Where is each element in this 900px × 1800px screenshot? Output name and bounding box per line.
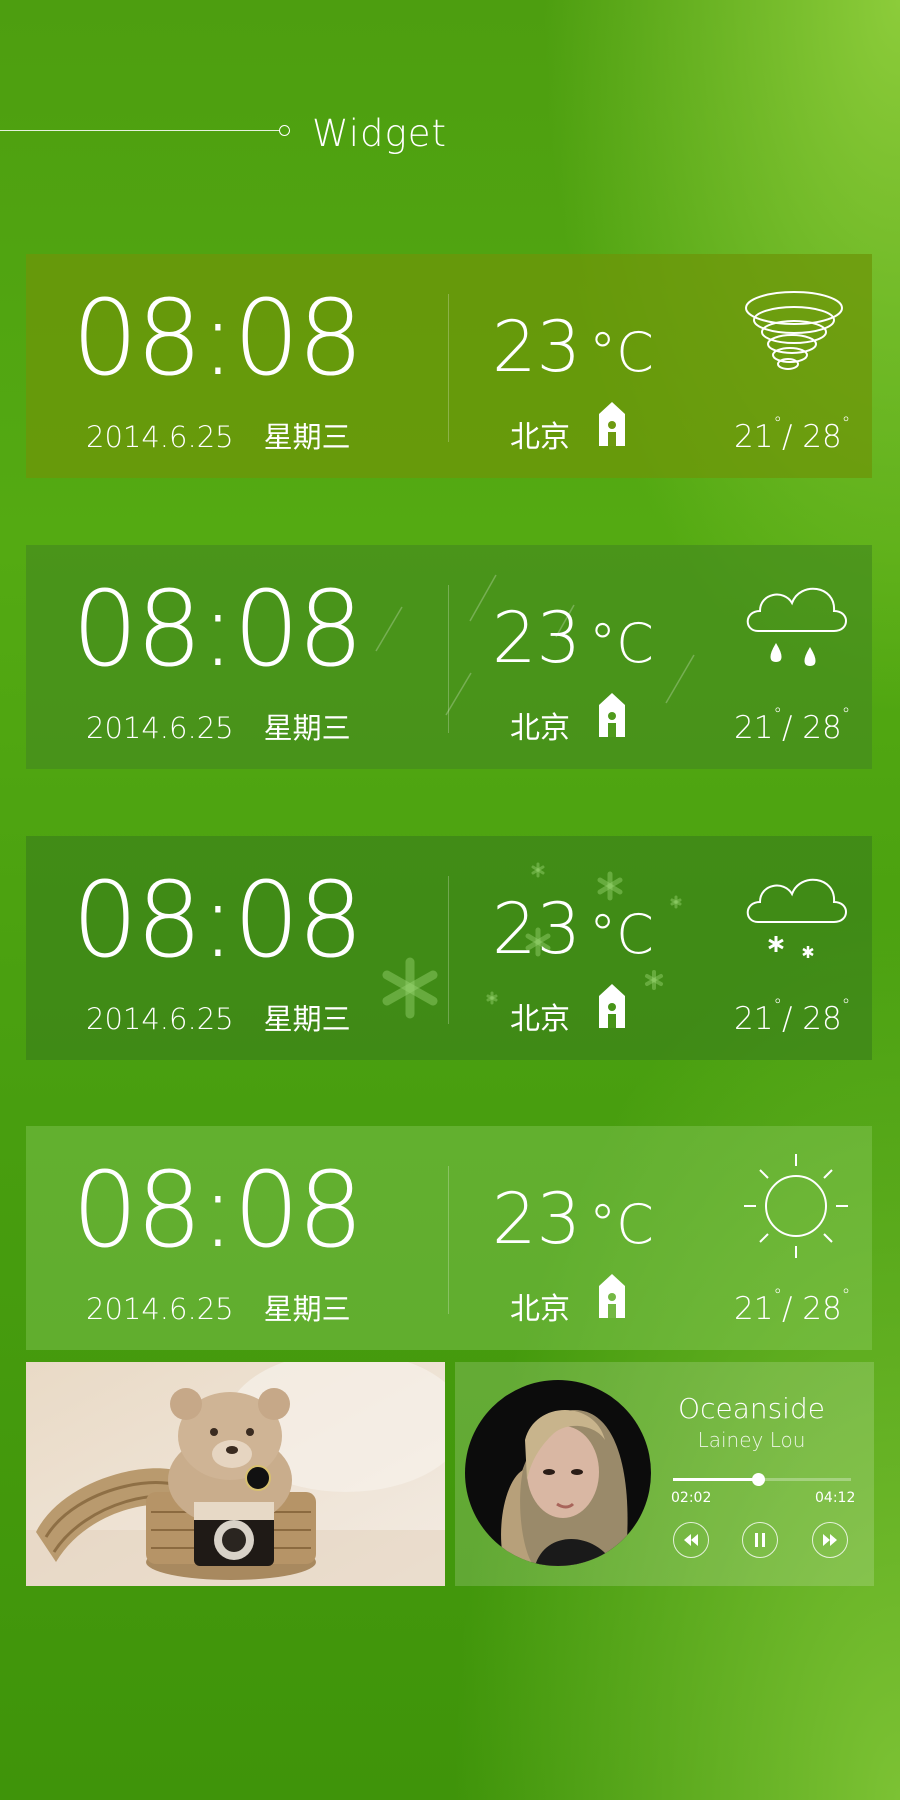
temp-low: 21 — [734, 1291, 774, 1327]
pause-icon — [755, 1533, 765, 1547]
clock-time: 08:08 — [72, 568, 364, 690]
teddy-bear-photo — [26, 1362, 445, 1586]
widget-header: Widget — [0, 110, 460, 155]
music-player-widget[interactable]: Oceanside Lainey Lou 02:02 04:12 — [455, 1362, 874, 1586]
weekday: 星期三 — [263, 420, 351, 454]
current-time: 02:02 — [671, 1490, 712, 1506]
divider — [448, 294, 449, 442]
photo-widget[interactable] — [26, 1362, 445, 1586]
temp-value: 23 — [492, 306, 582, 388]
location-house-icon — [599, 402, 625, 446]
date: 2014.6.25 — [86, 1002, 234, 1036]
city-name: 北京 — [510, 711, 570, 746]
date-line: 2014.6.25 星期三 — [86, 705, 351, 747]
artist-name: Lainey Lou — [697, 1428, 806, 1452]
location-house-icon — [599, 693, 625, 737]
progress-bar[interactable] — [673, 1473, 851, 1486]
tornado-icon — [745, 291, 843, 370]
total-time: 04:12 — [815, 1490, 856, 1506]
rewind-icon — [684, 1534, 698, 1546]
temp-unit: °C — [589, 1193, 654, 1256]
weather-widget-sun[interactable]: 08:08 2014.6.25 星期三 23 °C 北京 21°/ 28° — [26, 1126, 872, 1350]
date: 2014.6.25 — [86, 420, 234, 454]
rewind-button[interactable] — [673, 1522, 709, 1558]
divider — [448, 585, 449, 733]
pause-button[interactable] — [742, 1522, 778, 1558]
temp-range: 21°/ 28° — [734, 996, 851, 1037]
temp-value: 23 — [492, 888, 582, 970]
weekday: 星期三 — [263, 1292, 351, 1326]
temp-high: 28 — [802, 1291, 842, 1327]
album-art-avatar — [465, 1380, 651, 1566]
temp-high: 28 — [802, 710, 842, 746]
date-line: 2014.6.25 星期三 — [86, 996, 351, 1038]
header-line — [0, 130, 280, 131]
divider — [448, 1166, 449, 1314]
location-house-icon — [599, 984, 625, 1028]
weather-widget-tornado[interactable]: 08:08 2014.6.25 星期三 23 °C 北京 21°/ 28° — [26, 254, 872, 478]
temp-low: 21 — [734, 710, 774, 746]
fast-forward-icon — [823, 1534, 837, 1546]
current-temperature: 23 °C — [492, 312, 654, 382]
clock-time: 08:08 — [72, 277, 364, 399]
clock-time: 08:08 — [72, 859, 364, 981]
sun-icon — [744, 1154, 848, 1258]
current-temperature: 23 °C — [492, 603, 654, 673]
temp-value: 23 — [492, 597, 582, 679]
temp-range: 21°/ 28° — [734, 1286, 851, 1327]
progress-fill — [673, 1478, 759, 1481]
weather-widget-snow[interactable]: 08:08 2014.6.25 星期三 23 °C 北京 21°/ 28° — [26, 836, 872, 1060]
temp-high: 28 — [802, 1001, 842, 1037]
temp-unit: °C — [589, 321, 654, 384]
temp-range: 21°/ 28° — [734, 414, 851, 455]
current-temperature: 23 °C — [492, 1184, 654, 1254]
fast-forward-button[interactable] — [812, 1522, 848, 1558]
temp-low: 21 — [734, 1001, 774, 1037]
weekday: 星期三 — [263, 1002, 351, 1036]
header-dot — [279, 125, 290, 136]
city-name: 北京 — [510, 1292, 570, 1327]
divider — [448, 876, 449, 1024]
date: 2014.6.25 — [86, 1292, 234, 1326]
date: 2014.6.25 — [86, 711, 234, 745]
current-temperature: 23 °C — [492, 894, 654, 964]
date-line: 2014.6.25 星期三 — [86, 1286, 351, 1328]
song-title: Oceanside — [678, 1392, 825, 1425]
weekday: 星期三 — [263, 711, 351, 745]
temp-low: 21 — [734, 419, 774, 455]
temp-unit: °C — [589, 903, 654, 966]
temp-value: 23 — [492, 1178, 582, 1260]
city-name: 北京 — [510, 420, 570, 455]
page-title: Widget — [312, 112, 448, 155]
rain-cloud-icon — [746, 587, 847, 667]
weather-widget-rain[interactable]: 08:08 2014.6.25 星期三 23 °C 北京 21°/ 28° — [26, 545, 872, 769]
temp-unit: °C — [589, 612, 654, 675]
city-name: 北京 — [510, 1002, 570, 1037]
progress-knob[interactable] — [752, 1473, 766, 1486]
snow-cloud-icon — [746, 878, 847, 958]
temp-high: 28 — [802, 419, 842, 455]
temp-range: 21°/ 28° — [734, 705, 851, 746]
date-line: 2014.6.25 星期三 — [86, 414, 351, 456]
clock-time: 08:08 — [72, 1149, 364, 1271]
location-house-icon — [599, 1274, 625, 1318]
